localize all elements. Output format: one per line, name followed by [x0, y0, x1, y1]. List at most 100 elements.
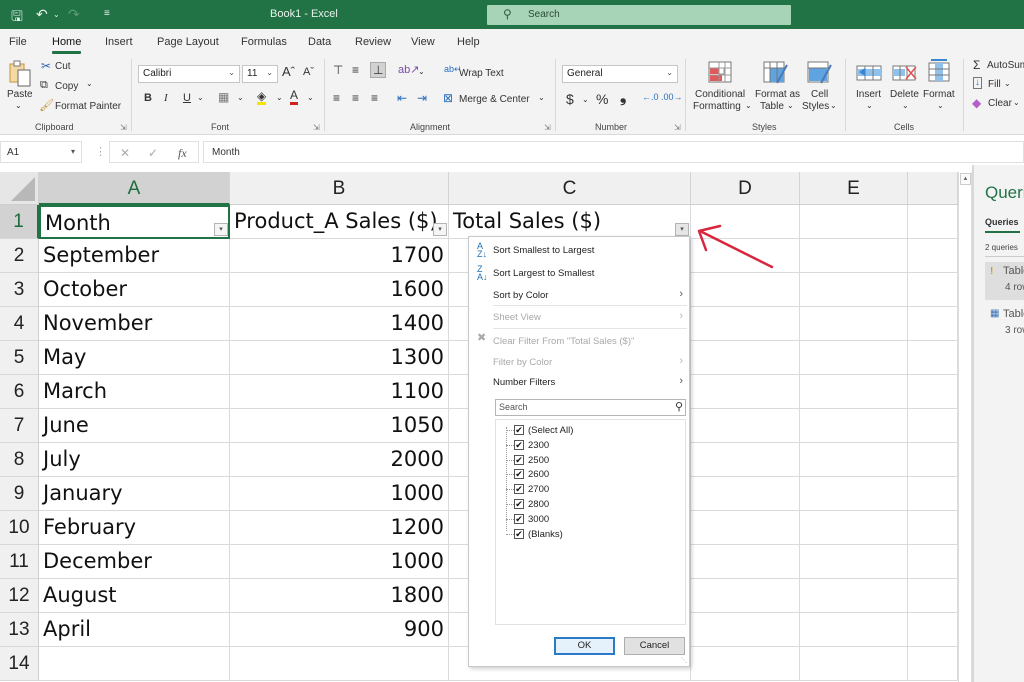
decrease-decimal-icon[interactable]: .00→ [661, 92, 683, 102]
resize-grip-icon[interactable]: ⋱ [681, 657, 687, 664]
empty-cell[interactable] [800, 307, 908, 341]
filter-search-input[interactable]: Search ⚲ [495, 399, 686, 416]
tab-file[interactable]: File [9, 36, 27, 48]
name-box[interactable]: A1 ▾ [0, 141, 82, 163]
number-filters-item[interactable]: Number Filters › [469, 372, 689, 392]
checkbox[interactable]: ✔ [514, 528, 524, 539]
drag-handle-icon[interactable]: ⋮ [95, 145, 106, 158]
tab-help[interactable]: Help [457, 36, 480, 48]
month-cell[interactable]: August [39, 579, 230, 613]
row-header[interactable]: 13 [0, 613, 39, 647]
cell-styles-button[interactable]: Cell [811, 89, 828, 100]
column-header-d[interactable]: D [691, 172, 800, 205]
empty-cell[interactable] [908, 545, 958, 579]
undo-dropdown-icon[interactable]: ⌄ [53, 10, 60, 19]
checkbox[interactable]: ✔ [514, 425, 524, 435]
cut-button[interactable]: Cut [55, 61, 71, 72]
cancel-button[interactable]: Cancel [624, 637, 685, 655]
orientation-dropdown-icon[interactable]: ⌄ [418, 67, 425, 76]
column-header-b[interactable]: B [230, 172, 449, 205]
empty-cell[interactable] [691, 613, 800, 647]
underline-dropdown-icon[interactable]: ⌄ [197, 93, 204, 102]
bold-button[interactable]: B [144, 92, 152, 104]
row-header[interactable]: 2 [0, 239, 39, 273]
empty-cell[interactable] [800, 647, 908, 681]
wrap-text-button[interactable]: Wrap Text [459, 68, 504, 79]
empty-cell[interactable] [800, 375, 908, 409]
undo-icon[interactable]: ↶ [36, 6, 48, 23]
font-family-select[interactable]: Calibri ⌄ [138, 65, 240, 83]
month-cell[interactable]: July [39, 443, 230, 477]
currency-button[interactable]: $ [566, 91, 574, 107]
empty-cell[interactable] [908, 409, 958, 443]
filter-dropdown-button[interactable]: ▾ [214, 223, 228, 236]
empty-cell[interactable] [908, 613, 958, 647]
underline-button[interactable]: U [183, 92, 191, 104]
tab-data[interactable]: Data [308, 36, 331, 48]
empty-cell[interactable] [691, 375, 800, 409]
copy-button[interactable]: Copy [55, 81, 78, 92]
paste-dropdown-icon[interactable]: ⌄ [15, 101, 22, 110]
clear-button[interactable]: Clear [988, 98, 1012, 109]
row-header[interactable]: 7 [0, 409, 39, 443]
font-size-select[interactable]: 11 ⌄ [242, 65, 278, 83]
sales-cell[interactable]: 1200 [230, 511, 449, 545]
empty-cell[interactable] [908, 341, 958, 375]
month-cell[interactable]: December [39, 545, 230, 579]
borders-icon[interactable]: ▦ [218, 90, 229, 104]
empty-cell[interactable] [691, 647, 800, 681]
row-header[interactable]: 14 [0, 647, 39, 681]
month-cell[interactable]: March [39, 375, 230, 409]
search-box[interactable]: ⚲ Search [487, 5, 791, 25]
insert-function-icon[interactable]: fx [178, 146, 187, 161]
filter-dropdown-button[interactable]: ▾ [675, 223, 689, 236]
confirm-entry-icon[interactable]: ✓ [148, 146, 158, 160]
sort-by-color-item[interactable]: Sort by Color › [469, 285, 689, 305]
queries-tab[interactable]: Queries [985, 217, 1019, 227]
align-right-icon[interactable]: ≡ [371, 91, 378, 105]
save-icon[interactable]: 🖫 [11, 6, 23, 30]
align-left-icon[interactable]: ≡ [333, 91, 340, 105]
increase-font-icon[interactable]: Aˆ [282, 64, 295, 79]
empty-cell[interactable] [800, 477, 908, 511]
empty-cell[interactable] [691, 545, 800, 579]
checkbox[interactable]: ✔ [514, 513, 524, 524]
sales-cell[interactable]: 1700 [230, 239, 449, 273]
sales-cell[interactable]: 1000 [230, 477, 449, 511]
alignment-launcher-icon[interactable]: ⇲ [544, 123, 551, 132]
currency-dropdown-icon[interactable]: ⌄ [582, 95, 589, 104]
empty-cell[interactable] [800, 341, 908, 375]
select-all-corner[interactable] [0, 172, 39, 205]
delete-cells-button[interactable]: Delete [890, 89, 919, 100]
row-header[interactable]: 9 [0, 477, 39, 511]
borders-dropdown-icon[interactable]: ⌄ [237, 93, 244, 102]
month-cell[interactable]: November [39, 307, 230, 341]
tab-page-layout[interactable]: Page Layout [157, 36, 219, 48]
checkbox[interactable]: ✔ [514, 439, 524, 450]
month-cell[interactable]: April [39, 613, 230, 647]
empty-cell[interactable] [691, 341, 800, 375]
month-cell[interactable]: February [39, 511, 230, 545]
query-item[interactable]: ▦ Table2 3 rows loaded. [985, 305, 1024, 343]
tab-insert[interactable]: Insert [105, 36, 133, 48]
percent-button[interactable]: % [596, 91, 608, 107]
sales-cell[interactable]: 1000 [230, 545, 449, 579]
column-header-a[interactable]: A [39, 172, 230, 205]
empty-cell[interactable] [800, 443, 908, 477]
checkbox[interactable]: ✔ [514, 469, 524, 480]
redo-icon[interactable]: ↷ [68, 6, 80, 23]
tab-review[interactable]: Review [355, 36, 391, 48]
empty-cell[interactable] [39, 647, 230, 681]
row-header[interactable]: 11 [0, 545, 39, 579]
sort-ascending-item[interactable]: A Z↓ Sort Smallest to Largest [469, 240, 689, 260]
row-header[interactable]: 8 [0, 443, 39, 477]
merge-center-button[interactable]: Merge & Center [459, 94, 530, 105]
scroll-up-icon[interactable]: ▲ [960, 173, 971, 185]
row-header[interactable]: 3 [0, 273, 39, 307]
empty-cell[interactable] [800, 613, 908, 647]
copy-dropdown-icon[interactable]: ⌄ [86, 79, 93, 88]
insert-cells-button[interactable]: Insert [856, 89, 881, 100]
format-cells-button[interactable]: Format [923, 89, 955, 100]
checkbox[interactable]: ✔ [514, 454, 524, 465]
column-header-c[interactable]: C [449, 172, 691, 205]
